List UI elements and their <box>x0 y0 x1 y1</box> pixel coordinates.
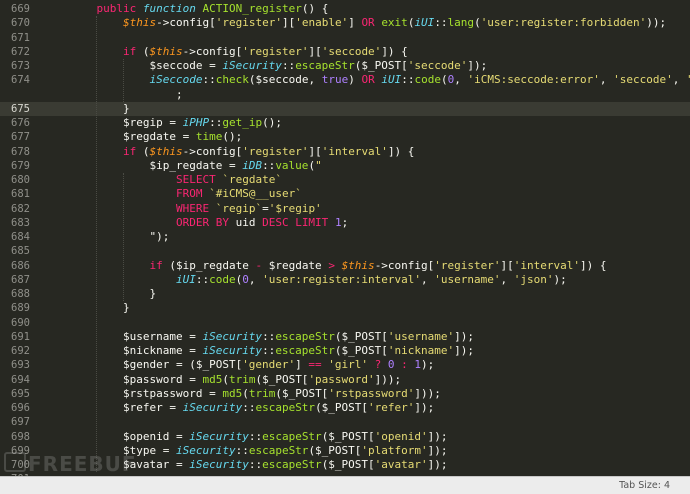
line-number: 675 <box>11 102 30 115</box>
line-number: 688 <box>11 288 30 300</box>
line-number: 691 <box>11 330 30 343</box>
code-line[interactable]: 685 <box>0 244 690 258</box>
code-line[interactable]: 695 $rstpassword = md5(trim($_POST['rstp… <box>0 387 690 401</box>
line-code: if ($ip_regdate - $regdate > $this->conf… <box>149 258 607 272</box>
code-line[interactable]: 671 <box>0 31 690 45</box>
line-code: SELECT `regdate` <box>175 173 282 186</box>
line-number: 678 <box>11 145 30 158</box>
code-line[interactable]: 692 $nickname = iSecurity::escapeStr($_P… <box>0 344 690 358</box>
line-number: 689 <box>11 302 30 315</box>
code-line[interactable]: 697 <box>0 415 690 429</box>
code-editor[interactable]: 669 public function ACTION_register() {6… <box>0 0 690 477</box>
line-code: $password = md5(trim($_POST['password'])… <box>70 372 402 386</box>
indent-guide <box>122 59 124 102</box>
code-line[interactable]: 670 $this->config['register']['enable'] … <box>0 16 690 30</box>
line-number: 693 <box>11 359 30 372</box>
line-number: 683 <box>11 216 30 229</box>
code-line[interactable]: 689 } <box>0 301 690 315</box>
line-code: $rstpassword = md5(trim($_POST['rstpassw… <box>70 386 441 400</box>
line-code: $openid = iSecurity::escapeStr($_POST['o… <box>70 429 448 443</box>
line-code: $this->config['register']['enable'] OR e… <box>122 16 667 30</box>
code-line[interactable]: 688 } <box>0 287 690 301</box>
code-line[interactable]: 673 $seccode = iSecurity::escapeStr($_PO… <box>0 59 690 73</box>
line-code: } <box>70 101 130 115</box>
code-line[interactable]: 681 FROM `#iCMS@__user` <box>0 187 690 201</box>
line-number: 685 <box>11 245 30 258</box>
indent-guide <box>96 16 98 473</box>
code-line[interactable]: 672 if ($this->config['register']['secco… <box>0 45 690 59</box>
code-line[interactable]: 691 $username = iSecurity::escapeStr($_P… <box>0 330 690 344</box>
tab-size-indicator[interactable]: Tab Size: 4 <box>619 480 670 491</box>
code-line[interactable]: 669 public function ACTION_register() { <box>0 2 690 16</box>
line-code: $nickname = iSecurity::escapeStr($_POST[… <box>70 344 475 357</box>
code-line[interactable]: ; <box>0 88 690 102</box>
code-line[interactable]: 684 "); <box>0 230 690 244</box>
code-line[interactable]: 687 iUI::code(0, 'user:register:interval… <box>0 273 690 287</box>
code-line[interactable]: 694 $password = md5(trim($_POST['passwor… <box>0 373 690 387</box>
line-number: 684 <box>11 231 30 243</box>
line-number: 698 <box>11 430 30 443</box>
line-code: public function ACTION_register() { <box>96 2 329 15</box>
code-line[interactable]: 680 SELECT `regdate` <box>0 173 690 187</box>
code-line[interactable]: 683 ORDER BY uid DESC LIMIT 1; <box>0 216 690 230</box>
freebuf-logo-icon <box>4 452 26 472</box>
line-code: if ($this->config['register']['seccode']… <box>122 44 408 58</box>
line-code: $refer = iSecurity::escapeStr($_POST['re… <box>70 401 435 414</box>
line-number: 670 <box>11 17 30 30</box>
line-number: 672 <box>11 45 30 58</box>
line-code: ORDER BY uid DESC LIMIT 1; <box>175 215 349 229</box>
line-number: 692 <box>11 345 30 357</box>
code-line[interactable]: 698 $openid = iSecurity::escapeStr($_POS… <box>0 430 690 444</box>
line-number: 673 <box>11 60 30 72</box>
line-number: 677 <box>11 131 30 144</box>
watermark: FREEBUF <box>4 452 137 476</box>
line-number: 679 <box>11 159 30 172</box>
line-code: } <box>70 287 157 300</box>
code-line[interactable]: 678 if ($this->config['register']['inter… <box>0 145 690 159</box>
code-line[interactable]: 676 $regip = iPHP::get_ip(); <box>0 116 690 130</box>
line-code: } <box>70 301 130 315</box>
line-code: $gender = ($_POST['gender'] == 'girl' ? … <box>70 358 435 372</box>
code-line[interactable]: 686 if ($ip_regdate - $regdate > $this->… <box>0 259 690 273</box>
status-bar: Tab Size: 4 <box>0 476 690 494</box>
code-line[interactable]: 674 iSeccode::check($seccode, true) OR i… <box>0 73 690 87</box>
line-code: $seccode = iSecurity::escapeStr($_POST['… <box>70 59 488 72</box>
code-line[interactable]: 679 $ip_regdate = iDB::value(" <box>0 159 690 173</box>
line-number: 687 <box>11 273 30 286</box>
line-number: 682 <box>11 202 30 215</box>
line-code: FROM `#iCMS@__user` <box>175 187 302 201</box>
code-line[interactable]: 690 <box>0 316 690 330</box>
code-line[interactable]: 693 $gender = ($_POST['gender'] == 'girl… <box>0 358 690 372</box>
line-number: 694 <box>11 373 30 386</box>
watermark-text: FREEBUF <box>28 452 137 476</box>
line-number: 681 <box>11 188 30 201</box>
code-line[interactable]: 682 WHERE `regip`='$regip' <box>0 202 690 216</box>
line-code: if ($this->config['register']['interval'… <box>122 144 415 158</box>
code-line[interactable]: 675 } <box>0 101 690 116</box>
line-number: 669 <box>11 3 30 15</box>
line-code: iUI::code(0, 'user:register:interval', '… <box>175 272 567 286</box>
line-code: "); <box>70 230 170 243</box>
line-number: 695 <box>11 387 30 400</box>
line-number: 697 <box>11 416 30 429</box>
line-code: $ip_regdate = iDB::value(" <box>70 158 322 172</box>
line-number: 690 <box>11 316 30 329</box>
line-number: 676 <box>11 117 30 129</box>
line-code: $username = iSecurity::escapeStr($_POST[… <box>70 329 475 343</box>
line-code: WHERE `regip`='$regip' <box>175 201 322 215</box>
code-area[interactable]: 669 public function ACTION_register() {6… <box>0 2 690 477</box>
line-number: 696 <box>11 402 30 414</box>
code-line[interactable]: 696 $refer = iSecurity::escapeStr($_POST… <box>0 401 690 415</box>
indent-guide <box>122 173 124 302</box>
line-code: $regip = iPHP::get_ip(); <box>70 116 282 129</box>
line-code: ; <box>70 87 183 101</box>
code-line[interactable]: 677 $regdate = time(); <box>0 130 690 144</box>
line-number: 680 <box>11 174 30 186</box>
line-code: iSeccode::check($seccode, true) OR iUI::… <box>149 73 690 87</box>
line-number: 671 <box>11 31 30 44</box>
line-number: 674 <box>11 74 30 87</box>
line-number: 686 <box>11 259 30 272</box>
